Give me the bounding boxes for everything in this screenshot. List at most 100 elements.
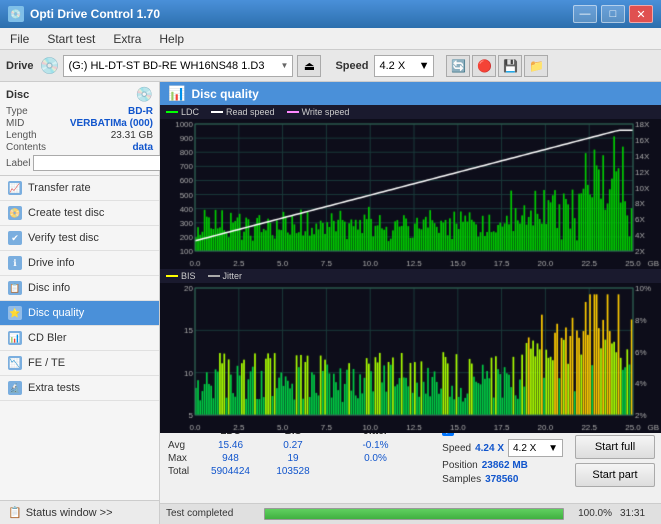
sidebar-item-drive-info[interactable]: ℹ Drive info [0, 251, 159, 276]
stats-avg-bis: 0.27 [263, 440, 323, 451]
disc-mid-label: MID [6, 118, 24, 129]
menu-extra[interactable]: Extra [109, 31, 145, 47]
maximize-button[interactable]: □ [601, 5, 625, 23]
start-full-button[interactable]: Start full [575, 435, 655, 459]
sidebar-item-create-test-disc[interactable]: 📀 Create test disc [0, 201, 159, 226]
refresh-button[interactable]: 🔄 [446, 55, 470, 77]
verify-test-disc-label: Verify test disc [28, 232, 99, 244]
bottom-chart-canvas [160, 283, 661, 433]
start-part-button[interactable]: Start part [575, 463, 655, 487]
minimize-button[interactable]: — [573, 5, 597, 23]
bis-legend-color [166, 275, 178, 277]
drive-combo[interactable]: (G:) HL-DT-ST BD-RE WH16NS48 1.D3 ▼ [63, 55, 293, 77]
speed-combo[interactable]: 4.2 X ▼ [374, 55, 434, 77]
bottom-chart-legend: BIS Jitter [160, 269, 661, 283]
legend-read-speed: Read speed [211, 107, 275, 117]
verify-test-disc-icon: ✔ [8, 231, 22, 245]
sidebar-item-cd-bler[interactable]: 📊 CD Bler [0, 326, 159, 351]
toolbar-icons: 🔄 🔴 💾 📁 [446, 55, 548, 77]
legend-bis: BIS [166, 271, 196, 281]
disc-length-label: Length [6, 130, 37, 141]
stats-total-ldc: 5904424 [198, 466, 263, 477]
speed-value: 4.2 X [379, 60, 405, 72]
sidebar-item-disc-info[interactable]: 📋 Disc info [0, 276, 159, 301]
eject-button[interactable]: ⏏ [297, 55, 321, 77]
status-text: Test completed [166, 508, 256, 519]
jitter-legend-color [208, 275, 220, 277]
drive-info-icon: ℹ [8, 256, 22, 270]
disc-info-label: Disc info [28, 282, 70, 294]
drive-selector: 💿 (G:) HL-DT-ST BD-RE WH16NS48 1.D3 ▼ ⏏ [40, 55, 322, 77]
legend-write-speed: Write speed [287, 107, 350, 117]
disc-label-input[interactable] [33, 155, 171, 171]
speed-combo-bottom[interactable]: 4.2 X ▼ [508, 439, 563, 457]
speed-label: Speed [335, 60, 368, 72]
cd-bler-icon: 📊 [8, 331, 22, 345]
progress-bar-outer [264, 508, 564, 520]
disc-contents-row: Contents data [6, 142, 153, 153]
save-button[interactable]: 📁 [524, 55, 548, 77]
position-label: Position [442, 460, 478, 471]
stats-total-label: Total [168, 466, 198, 477]
speed-combo-arrow: ▼ [419, 60, 430, 72]
drive-info-label: Drive info [28, 257, 74, 269]
top-chart-legend: LDC Read speed Write speed [160, 105, 661, 119]
stats-avg-row: Avg 15.46 0.27 -0.1% [168, 439, 428, 452]
legend-jitter: Jitter [208, 271, 243, 281]
fe-te-icon: 📉 [8, 356, 22, 370]
disc-mid-value: VERBATIMa (000) [70, 118, 153, 129]
menu-start-test[interactable]: Start test [43, 31, 99, 47]
chart-area: 📊 Disc quality LDC Read speed Write spee… [160, 82, 661, 524]
samples-label: Samples [442, 474, 481, 485]
transfer-rate-label: Transfer rate [28, 182, 91, 194]
app-icon: 💿 [8, 6, 24, 22]
progress-time: 31:31 [620, 508, 655, 519]
ldc-legend-color [166, 111, 178, 113]
drive-combo-arrow: ▼ [281, 61, 289, 70]
sidebar-item-transfer-rate[interactable]: 📈 Transfer rate [0, 176, 159, 201]
disc-label-key: Label [6, 158, 30, 169]
disc-contents-value: data [132, 142, 153, 153]
speed-combo-value: 4.2 X [513, 443, 536, 454]
speed-combo-arrow: ▼ [548, 443, 558, 454]
speed-info-row: Speed 4.24 X 4.2 X ▼ [442, 439, 563, 457]
disc-type-label: Type [6, 106, 28, 117]
disc-mid-row: MID VERBATIMa (000) [6, 118, 153, 129]
status-window-label: Status window >> [26, 507, 113, 519]
status-window-icon: 📋 [8, 506, 22, 519]
disc-write-button[interactable]: 💾 [498, 55, 522, 77]
legend-ldc: LDC [166, 107, 199, 117]
menu-file[interactable]: File [6, 31, 33, 47]
stats-max-label: Max [168, 453, 198, 464]
read-speed-legend-color [211, 111, 223, 113]
drive-icon: 💿 [40, 56, 60, 76]
position-value: 23862 MB [482, 460, 528, 471]
titlebar: 💿 Opti Drive Control 1.70 — □ ✕ [0, 0, 661, 28]
sidebar-item-verify-test-disc[interactable]: ✔ Verify test disc [0, 226, 159, 251]
drive-value: (G:) HL-DT-ST BD-RE WH16NS48 1.D3 [68, 60, 264, 72]
sidebar-item-extra-tests[interactable]: 🔬 Extra tests [0, 376, 159, 401]
disc-quality-label: Disc quality [28, 307, 84, 319]
menu-help[interactable]: Help [155, 31, 188, 47]
write-speed-legend-label: Write speed [302, 107, 350, 117]
chart-header-icon: 📊 [168, 85, 185, 102]
disc-info-icon: 📋 [8, 281, 22, 295]
stats-avg-label: Avg [168, 440, 198, 451]
disc-contents-label: Contents [6, 142, 46, 153]
close-button[interactable]: ✕ [629, 5, 653, 23]
window-controls: — □ ✕ [573, 5, 653, 23]
disc-panel-icon: 💿 [136, 86, 153, 103]
sidebar-item-fe-te[interactable]: 📉 FE / TE [0, 351, 159, 376]
ldc-legend-label: LDC [181, 107, 199, 117]
disc-panel-title: Disc [6, 89, 29, 101]
samples-row: Samples 378560 [442, 474, 563, 485]
read-speed-legend-label: Read speed [226, 107, 275, 117]
status-window-button[interactable]: 📋 Status window >> [0, 500, 159, 524]
bottom-chart-container: BIS Jitter [160, 269, 661, 419]
stats-max-ldc: 948 [198, 453, 263, 464]
stats-max-row: Max 948 19 0.0% [168, 452, 428, 465]
disc-erase-button[interactable]: 🔴 [472, 55, 496, 77]
sidebar-item-disc-quality[interactable]: ⭐ Disc quality [0, 301, 159, 326]
app-title: Opti Drive Control 1.70 [30, 7, 160, 21]
top-chart [160, 119, 661, 269]
